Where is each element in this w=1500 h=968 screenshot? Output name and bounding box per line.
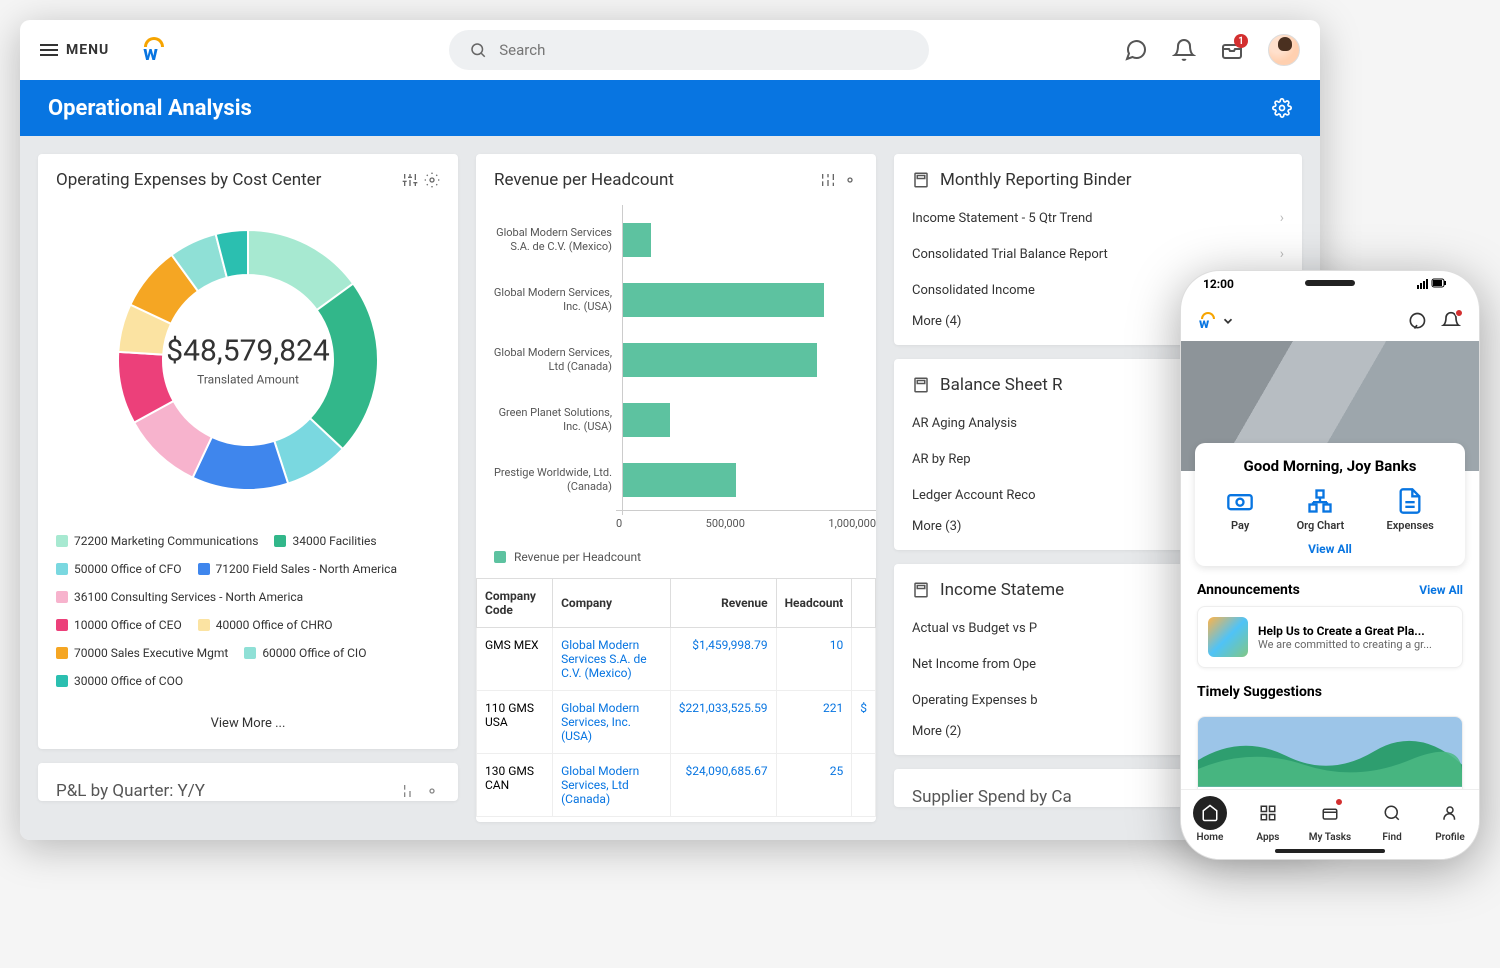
revenue-title: Revenue per Headcount <box>494 170 674 190</box>
phone-mockup: 12:00 w Good Morning, Joy Banks Pay Org C… <box>1180 270 1480 860</box>
menu-button[interactable]: MENU <box>40 42 109 58</box>
gear-icon[interactable] <box>424 172 440 188</box>
notification-dot <box>1455 309 1463 317</box>
legend-item[interactable]: 40000 Office of CHRO <box>198 614 333 636</box>
table-row[interactable]: GMS MEXGlobal Modern Services S.A. de C.… <box>477 628 876 691</box>
content: Operating Expenses by Cost Center $48,57… <box>20 136 1320 840</box>
home-indicator <box>1275 849 1385 853</box>
bell-icon[interactable] <box>1172 38 1196 62</box>
view-more-link[interactable]: View More ... <box>38 702 458 749</box>
revenue-table: Company CodeCompanyRevenueHeadcountGMS M… <box>476 578 876 817</box>
bar-row: Prestige Worldwide, Ltd. (Canada) <box>492 450 860 510</box>
table-row[interactable]: 110 GMS USAGlobal Modern Services, Inc. … <box>477 691 876 754</box>
sliders-icon[interactable] <box>820 172 836 188</box>
legend-item[interactable]: 70000 Sales Executive Mgmt <box>56 642 228 664</box>
legend-item[interactable]: 10000 Office of CEO <box>56 614 182 636</box>
table-row[interactable]: 130 GMS CANGlobal Modern Services, Ltd (… <box>477 754 876 817</box>
app-frame: MENU w 1 Operational Analysis <box>20 20 1320 840</box>
donut-label: Translated Amount <box>166 373 330 387</box>
chevron-down-icon[interactable] <box>1221 314 1235 328</box>
search-bar[interactable] <box>449 30 929 70</box>
suggestion-wave <box>1198 717 1462 787</box>
legend-item[interactable]: 50000 Office of CFO <box>56 558 182 580</box>
topbar: MENU w 1 <box>20 20 1320 80</box>
bar-chart[interactable]: Global Modern Services S.A. de C.V. (Mex… <box>476 200 876 510</box>
tab-my-tasks[interactable]: My Tasks <box>1309 796 1351 843</box>
phone-appbar: w <box>1181 301 1479 341</box>
gear-icon[interactable] <box>1272 98 1292 118</box>
tab-profile[interactable]: Profile <box>1433 796 1467 843</box>
bar-axis: 0500,0001,000,000 <box>616 510 876 542</box>
donut-legend: 72200 Marketing Communications 34000 Faci… <box>38 520 458 702</box>
signal-icons <box>1417 277 1457 291</box>
workday-logo-small[interactable]: w <box>1199 312 1217 330</box>
list-item[interactable]: Consolidated Trial Balance Report› <box>912 236 1284 272</box>
donut-chart[interactable]: $48,579,824 Translated Amount <box>98 210 398 510</box>
list-item[interactable]: Income Statement - 5 Qtr Trend› <box>912 200 1284 236</box>
announcements-header: Announcements View All <box>1181 566 1479 606</box>
topbar-icons: 1 <box>1124 34 1300 66</box>
donut-value: $48,579,824 <box>166 334 330 369</box>
phone-greeting: Good Morning, Joy Banks <box>1205 457 1455 475</box>
inbox-badge: 1 <box>1234 34 1248 48</box>
announcement-card[interactable]: Help Us to Create a Great Pla... We are … <box>1197 606 1463 668</box>
quick-actions: Pay Org Chart Expenses <box>1205 487 1455 532</box>
page-title: Operational Analysis <box>48 96 252 121</box>
chat-icon[interactable] <box>1124 38 1148 62</box>
avatar[interactable] <box>1268 34 1300 66</box>
page-header: Operational Analysis <box>20 80 1320 136</box>
gear-icon[interactable] <box>842 172 858 188</box>
legend-item[interactable]: 71200 Field Sales - North America <box>198 558 397 580</box>
bell-icon[interactable] <box>1441 311 1461 331</box>
workday-logo[interactable]: w <box>139 35 169 65</box>
legend-item[interactable]: 34000 Facilities <box>274 530 376 552</box>
pl-title: P&L by Quarter: Y/Y <box>56 781 205 801</box>
bar-row: Global Modern Services S.A. de C.V. (Mex… <box>492 210 860 270</box>
view-all-link[interactable]: View All <box>1419 583 1463 597</box>
search-icon <box>469 41 487 59</box>
bar-row: Global Modern Services, Ltd (Canada) <box>492 330 860 390</box>
tab-find[interactable]: Find <box>1375 796 1409 843</box>
hamburger-icon <box>40 44 58 56</box>
bar-row: Global Modern Services, Inc. (USA) <box>492 270 860 330</box>
revenue-legend: Revenue per Headcount <box>476 542 876 578</box>
menu-label: MENU <box>66 42 109 58</box>
quick-action-org-chart[interactable]: Org Chart <box>1297 487 1345 532</box>
column-1: Operating Expenses by Cost Center $48,57… <box>38 154 458 822</box>
legend-item[interactable]: 36100 Consulting Services - North Americ… <box>56 586 303 608</box>
pl-card: P&L by Quarter: Y/Y <box>38 763 458 801</box>
sliders-icon[interactable] <box>402 783 418 799</box>
donut-title: Operating Expenses by Cost Center <box>56 170 321 190</box>
search-input[interactable] <box>499 41 909 59</box>
revenue-card: Revenue per Headcount Global Modern Serv… <box>476 154 876 822</box>
phone-quick-card: Good Morning, Joy Banks Pay Org Chart Expe… <box>1195 443 1465 566</box>
legend-item[interactable]: 30000 Office of COO <box>56 670 183 692</box>
quick-action-pay[interactable]: Pay <box>1226 487 1254 532</box>
legend-item[interactable]: 72200 Marketing Communications <box>56 530 258 552</box>
quick-action-expenses[interactable]: Expenses <box>1387 487 1434 532</box>
tab-home[interactable]: Home <box>1193 796 1227 843</box>
gear-icon[interactable] <box>424 783 440 799</box>
announcement-thumb <box>1208 617 1248 657</box>
timely-header: Timely Suggestions <box>1181 668 1479 708</box>
chat-icon[interactable] <box>1407 311 1427 331</box>
bar-row: Green Planet Solutions, Inc. (USA) <box>492 390 860 450</box>
tab-apps[interactable]: Apps <box>1251 796 1285 843</box>
phone-notch <box>1265 271 1395 295</box>
legend-item[interactable]: 60000 Office of CIO <box>244 642 366 664</box>
inbox-icon[interactable]: 1 <box>1220 38 1244 62</box>
sliders-icon[interactable] <box>402 172 418 188</box>
phone-time: 12:00 <box>1203 277 1234 291</box>
donut-card: Operating Expenses by Cost Center $48,57… <box>38 154 458 749</box>
view-all-link[interactable]: View All <box>1205 542 1455 556</box>
